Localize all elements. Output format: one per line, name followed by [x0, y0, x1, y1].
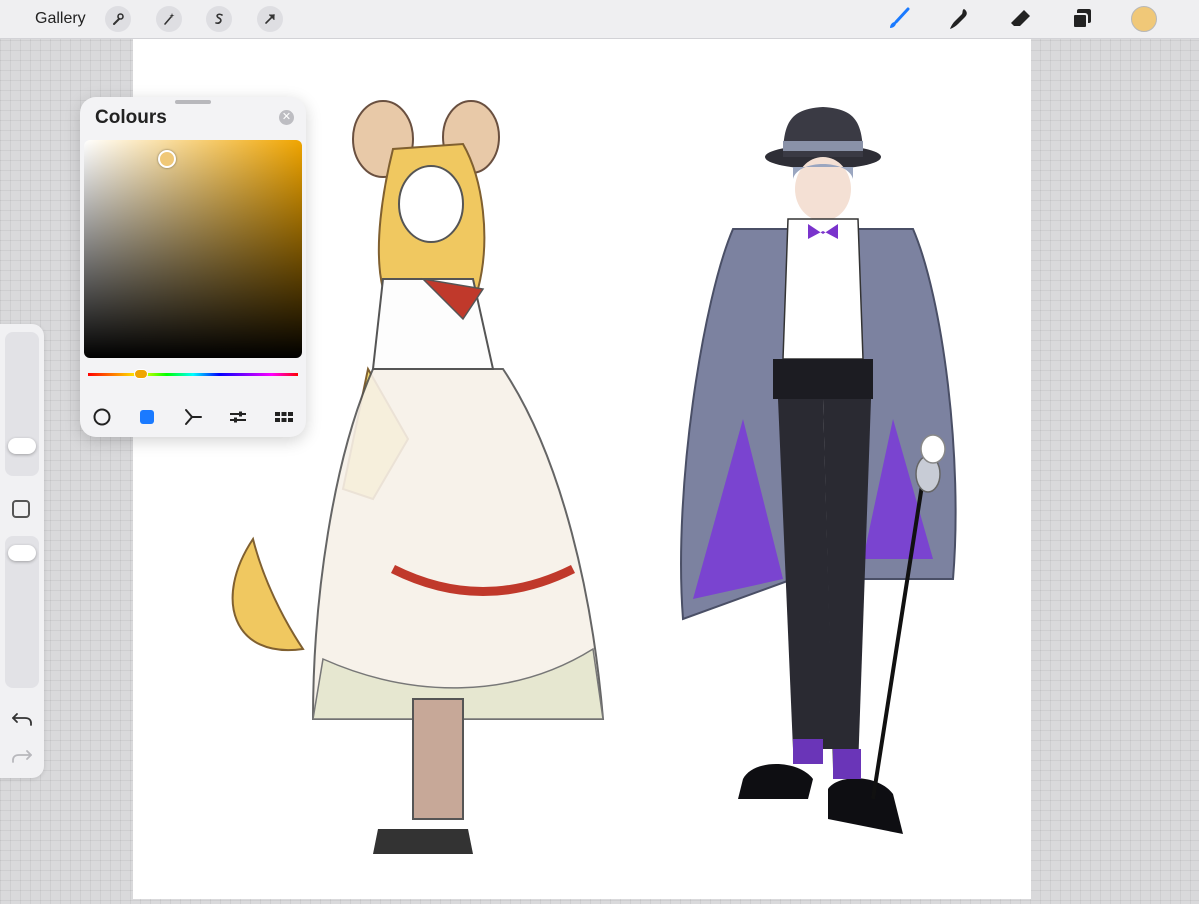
- eraser-icon[interactable]: [1008, 6, 1034, 32]
- color-picker-handle[interactable]: [158, 150, 176, 168]
- brush-size-slider-thumb[interactable]: [8, 438, 36, 454]
- modify-button[interactable]: [12, 500, 30, 518]
- harmony-mode-icon[interactable]: [182, 406, 204, 428]
- value-mode-icon[interactable]: [227, 406, 249, 428]
- magic-wand-icon[interactable]: [156, 6, 182, 32]
- layers-icon[interactable]: [1069, 6, 1095, 32]
- hue-slider[interactable]: [88, 373, 298, 376]
- color-picker-square[interactable]: [84, 140, 302, 358]
- palettes-mode-icon[interactable]: [273, 406, 295, 428]
- wrench-icon[interactable]: [105, 6, 131, 32]
- gallery-button[interactable]: Gallery: [35, 10, 86, 28]
- classic-mode-icon[interactable]: [136, 406, 158, 428]
- selection-icon[interactable]: [206, 6, 232, 32]
- close-icon[interactable]: ✕: [279, 110, 294, 125]
- colours-panel: Colours ✕: [80, 97, 306, 437]
- opacity-slider-thumb[interactable]: [8, 545, 36, 561]
- smudge-icon[interactable]: [946, 6, 972, 32]
- undo-icon[interactable]: [11, 710, 33, 733]
- brush-size-slider[interactable]: [5, 332, 39, 476]
- redo-icon[interactable]: [11, 747, 33, 770]
- transform-arrow-icon[interactable]: [257, 6, 283, 32]
- hue-slider-thumb[interactable]: [134, 369, 148, 379]
- panel-grabber[interactable]: [175, 100, 211, 104]
- brush-icon[interactable]: [886, 6, 912, 32]
- disc-mode-icon[interactable]: [91, 406, 113, 428]
- illustration-gentleman: [680, 107, 957, 834]
- current-color-swatch[interactable]: [1131, 6, 1157, 32]
- left-sidebar: [0, 324, 44, 778]
- top-toolbar: Gallery: [0, 0, 1199, 39]
- panel-title: Colours: [95, 107, 167, 128]
